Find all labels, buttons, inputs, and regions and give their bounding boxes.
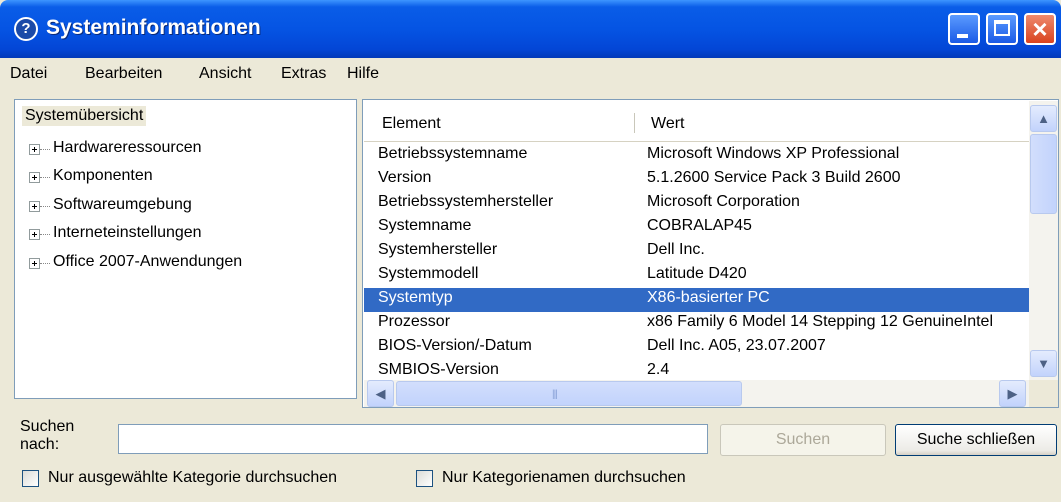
tree-connector — [40, 149, 50, 150]
expand-icon[interactable] — [29, 172, 40, 183]
maximize-button[interactable] — [986, 13, 1018, 45]
table-row[interactable]: Version 5.1.2600 Service Pack 3 Build 260… — [364, 168, 1029, 192]
table-row[interactable]: Systemmodell Latitude D420 — [364, 264, 1029, 288]
tree-node-label[interactable]: Interneteinstellungen — [53, 224, 202, 242]
scroll-up-button[interactable]: ▲ — [1030, 105, 1057, 132]
horizontal-scrollbar[interactable]: ◀ ||| ▶ — [364, 380, 1029, 407]
table-row[interactable]: Betriebssystemhersteller Microsoft Corpor… — [364, 192, 1029, 216]
close-search-button[interactable]: Suche schließen — [895, 424, 1057, 456]
column-header-element[interactable]: Element — [382, 115, 441, 133]
cell-element: Prozessor — [378, 313, 451, 330]
cell-value: Microsoft Windows XP Professional — [647, 145, 900, 162]
table-row[interactable]: Betriebssystemname Microsoft Windows XP P… — [364, 144, 1029, 168]
scrollbar-corner — [1029, 380, 1058, 407]
tree-connector — [40, 177, 50, 178]
tree-node-label[interactable]: Komponenten — [53, 167, 153, 185]
menu-ansicht[interactable]: Ansicht — [199, 65, 251, 83]
cell-value: Microsoft Corporation — [647, 193, 800, 210]
vertical-scroll-thumb[interactable] — [1030, 134, 1057, 214]
menu-bar: Datei Bearbeiten Ansicht Extras Hilfe — [0, 60, 1061, 90]
horizontal-scroll-thumb[interactable]: ||| — [396, 381, 742, 406]
search-selected-category-checkbox[interactable]: Nur ausgewählte Kategorie durchsuchen — [22, 469, 402, 491]
cell-element: Systemhersteller — [378, 241, 498, 258]
checkbox-box[interactable] — [22, 470, 39, 487]
cell-value: 5.1.2600 Service Pack 3 Build 2600 — [647, 169, 901, 186]
list-header: Element Wert — [364, 101, 1029, 142]
cell-element: BIOS-Version/-Datum — [378, 337, 532, 354]
checkbox-box[interactable] — [416, 470, 433, 487]
search-button[interactable]: Suchen — [720, 424, 886, 456]
system-information-window: ? Systeminformationen × Datei Bearbeiten… — [0, 0, 1061, 502]
tree-connector — [40, 206, 50, 207]
expand-icon[interactable] — [29, 258, 40, 269]
menu-datei[interactable]: Datei — [10, 65, 47, 83]
cell-element: Betriebssystemname — [378, 145, 528, 162]
table-row[interactable]: Systemname COBRALAP45 — [364, 216, 1029, 240]
column-divider[interactable] — [634, 113, 635, 133]
scroll-left-button[interactable]: ◀ — [367, 380, 394, 407]
cell-value: X86-basierter PC — [647, 289, 770, 306]
close-button[interactable]: × — [1024, 13, 1056, 45]
expand-icon[interactable] — [29, 144, 40, 155]
minimize-icon — [957, 34, 968, 38]
scroll-right-button[interactable]: ▶ — [999, 380, 1026, 407]
table-row-selected[interactable]: Systemtyp X86-basierter PC — [364, 288, 1029, 312]
column-header-wert[interactable]: Wert — [651, 115, 684, 133]
cell-value: x86 Family 6 Model 14 Stepping 12 Genuin… — [647, 313, 993, 330]
table-row[interactable]: Systemhersteller Dell Inc. — [364, 240, 1029, 264]
cell-value: Dell Inc. — [647, 241, 705, 258]
tree-node-label[interactable]: Office 2007-Anwendungen — [53, 253, 242, 271]
tree-connector — [40, 263, 50, 264]
menu-bearbeiten[interactable]: Bearbeiten — [85, 65, 162, 83]
details-list[interactable]: Element Wert Betriebssystemname Microsoft… — [362, 99, 1059, 408]
cell-element: Systemmodell — [378, 265, 479, 282]
cell-element: Systemname — [378, 217, 472, 234]
cell-element: Betriebssystemhersteller — [378, 193, 554, 210]
help-icon: ? — [14, 17, 38, 41]
table-row[interactable]: SMBIOS-Version 2.4 — [364, 360, 1029, 378]
tree-connector — [40, 234, 50, 235]
tree-root-systemuebersicht[interactable]: Systemübersicht — [22, 106, 147, 126]
vertical-scrollbar[interactable]: ▲ ▼ — [1029, 101, 1058, 380]
tree-node-label[interactable]: Softwareumgebung — [53, 196, 192, 214]
expand-icon[interactable] — [29, 201, 40, 212]
list-rows: Betriebssystemname Microsoft Windows XP P… — [364, 144, 1029, 378]
expand-icon[interactable] — [29, 229, 40, 240]
cell-element: Version — [378, 169, 432, 186]
window-title: Systeminformationen — [46, 16, 261, 39]
checkbox-label[interactable]: Nur ausgewählte Kategorie durchsuchen — [48, 469, 337, 487]
cell-element: SMBIOS-Version — [378, 361, 499, 378]
cell-value: Latitude D420 — [647, 265, 747, 282]
table-row[interactable]: BIOS-Version/-Datum Dell Inc. A05, 23.07.… — [364, 336, 1029, 360]
menu-hilfe[interactable]: Hilfe — [347, 65, 379, 83]
minimize-button[interactable] — [948, 13, 980, 45]
table-row[interactable]: Prozessor x86 Family 6 Model 14 Stepping … — [364, 312, 1029, 336]
maximize-icon — [994, 20, 1010, 36]
search-input[interactable] — [118, 424, 708, 454]
search-label: Suchen nach: — [20, 418, 75, 453]
checkbox-label[interactable]: Nur Kategorienamen durchsuchen — [442, 469, 686, 487]
search-category-names-checkbox[interactable]: Nur Kategorienamen durchsuchen — [416, 469, 746, 491]
cell-element: Systemtyp — [378, 289, 453, 306]
grip-icon: ||| — [552, 389, 558, 400]
cell-value: Dell Inc. A05, 23.07.2007 — [647, 337, 826, 354]
menu-extras[interactable]: Extras — [281, 65, 326, 83]
cell-value: 2.4 — [647, 361, 670, 378]
title-bar[interactable]: ? Systeminformationen × — [0, 0, 1061, 58]
cell-value: COBRALAP45 — [647, 217, 752, 234]
close-icon: × — [1032, 14, 1048, 44]
tree-node-label[interactable]: Hardwareressourcen — [53, 139, 202, 157]
category-tree[interactable]: Systemübersicht Hardwareressourcen Kompo… — [14, 99, 357, 399]
scroll-down-button[interactable]: ▼ — [1030, 350, 1057, 377]
